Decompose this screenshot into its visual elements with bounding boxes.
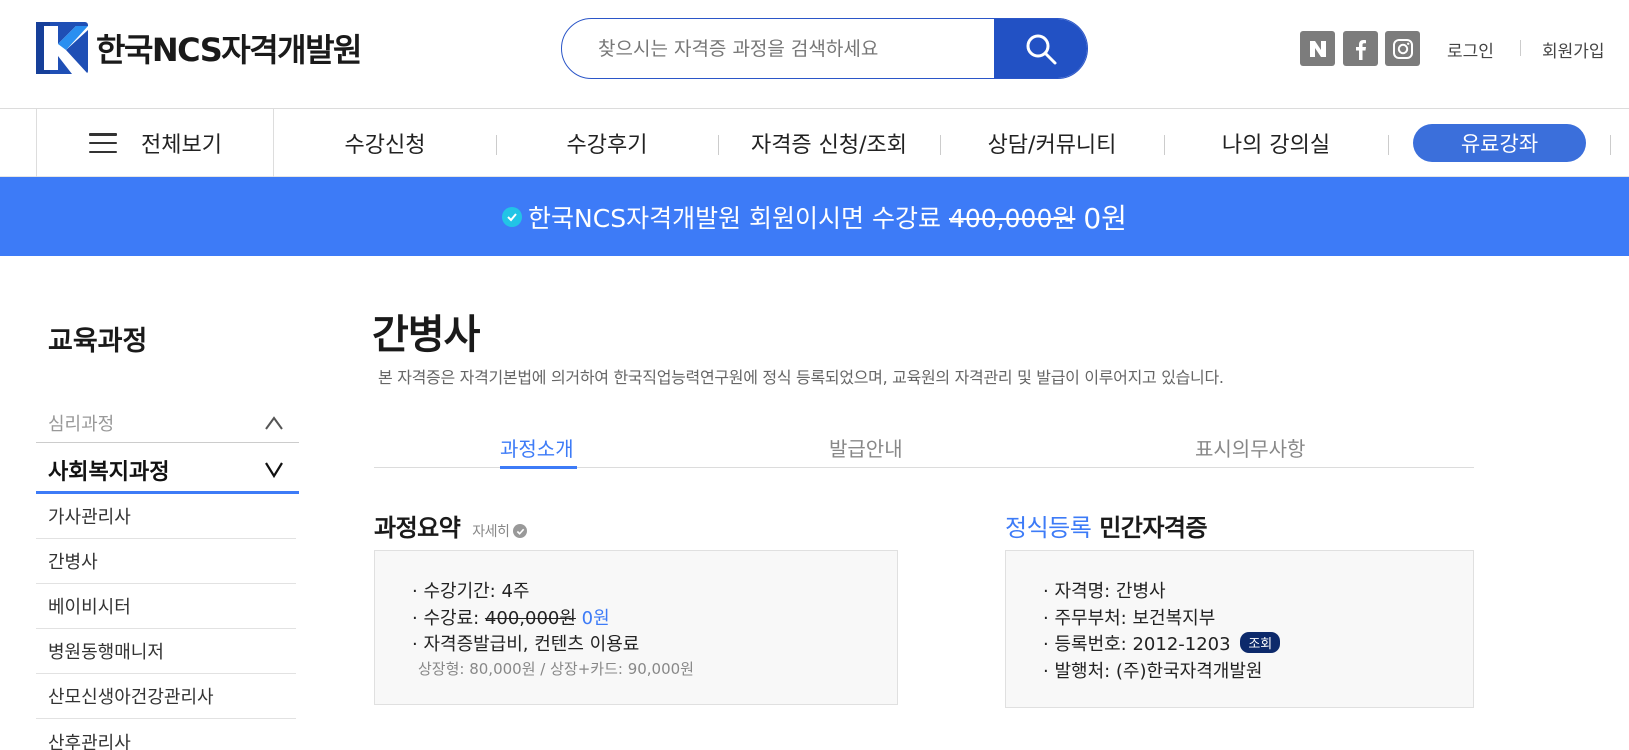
sidebar-item-housekeeper[interactable]: 가사관리사 [36,494,296,539]
nav-item-my-classroom[interactable]: 나의 강의실 [1164,109,1388,177]
naver-button[interactable] [1300,31,1335,66]
page-description: 본 자격증은 자격기본법에 의거하여 한국직업능력연구원에 정식 등록되었으며,… [378,368,1224,387]
lookup-badge-button[interactable]: 조회 [1240,632,1281,653]
summary-extra-sub: 상장형: 80,000원 / 상장+카드: 90,000원 [418,660,694,678]
header: 한국NCS자격개발원 로그인 회원가입 [0,0,1629,109]
sidebar-group-label: 사회복지과정 [48,460,170,485]
nav-item-enroll[interactable]: 수강신청 [274,109,496,177]
nav-all-label: 전체보기 [141,133,222,158]
registration-title-blue: 정식등록 [1005,514,1092,542]
main-nav: 전체보기 수강신청 수강후기 자격증 신청/조회 상담/커뮤니티 나의 강의실 … [0,109,1629,177]
logo-k-icon [36,22,88,74]
banner-price: 0원 [1083,201,1127,235]
check-circle-icon [502,206,523,227]
sidebar-item-hospital-companion[interactable]: 병원동행매니저 [36,629,296,674]
summary-extra: · 자격증발급비, 컨텐츠 이용료 [412,634,640,655]
chevron-down-icon [265,462,283,478]
summary-title: 과정요약 [374,514,461,542]
chevron-up-icon [265,415,283,430]
tab-disclosure[interactable]: 표시의무사항 [1195,433,1305,462]
sidebar-title: 교육과정 [48,326,148,357]
search-bar [561,18,1088,79]
search-icon [1026,34,1056,64]
hamburger-icon [89,133,117,153]
registration-number: · 등록번호: 2012-1203 조회 [1043,630,1281,656]
login-link[interactable]: 로그인 [1447,37,1494,62]
summary-fee-price: 0원 [581,608,610,629]
sidebar-group-label: 심리과정 [48,413,115,435]
registration-issuer: · 발행처: (주)한국자격개발원 [1043,661,1263,682]
registration-number-label: · 등록번호: 2012-1203 [1043,634,1231,655]
detail-link[interactable]: 자세히 [472,521,528,541]
tab-course-intro[interactable]: 과정소개 [500,433,574,462]
summary-fee: · 수강료: 400,000원 0원 [412,604,610,630]
sidebar-item-postpartum[interactable]: 산후관리사 [36,719,296,750]
logo-text: 한국NCS자격개발원 [96,31,363,69]
active-tab-indicator [500,466,577,469]
registration-name: · 자격명: 간병사 [1043,581,1166,602]
instagram-button[interactable] [1385,31,1420,66]
site-logo[interactable]: 한국NCS자격개발원 [36,22,363,74]
facebook-icon [1355,39,1366,60]
registration-section-title: 정식등록 민간자격증 [1005,508,1208,543]
registration-ministry: · 주무부처: 보건복지부 [1043,608,1216,629]
content-tabs: 과정소개 발급안내 표시의무사항 [374,426,1474,468]
summary-section-title: 과정요약 자세히 [374,508,528,543]
promo-banner: 한국NCS자격개발원 회원이시면 수강료 400,000원 0원 [0,177,1629,256]
nav-all-menu-button[interactable]: 전체보기 [36,109,274,177]
util-divider [1520,40,1521,56]
instagram-icon [1392,38,1413,59]
summary-box: · 수강기간: 4주 · 수강료: 400,000원 0원 · 자격증발급비, … [374,550,898,705]
summary-fee-label: · 수강료: [412,608,480,629]
naver-icon [1309,40,1326,57]
nav-divider [1610,135,1611,155]
nav-paid-course-button[interactable]: 유료강좌 [1413,124,1586,162]
facebook-button[interactable] [1343,31,1378,66]
registration-title-rest: 민간자격증 [1099,514,1208,542]
nav-item-certificate[interactable]: 자격증 신청/조회 [718,109,940,177]
check-circle-icon [513,524,528,538]
signup-link[interactable]: 회원가입 [1542,37,1605,62]
search-input[interactable] [562,19,994,78]
sidebar-item-maternal-newborn[interactable]: 산모신생아건강관리사 [36,674,296,719]
tab-issuance-guide[interactable]: 발급안내 [829,433,903,462]
nav-item-community[interactable]: 상담/커뮤니티 [940,109,1164,177]
sidebar-group-social-welfare[interactable]: 사회복지과정 [36,449,299,494]
registration-box: · 자격명: 간병사 · 주무부처: 보건복지부 · 등록번호: 2012-12… [1005,550,1474,708]
summary-period: · 수강기간: 4주 [412,581,530,602]
banner-text: 한국NCS자격개발원 회원이시면 수강료 [528,203,941,233]
sidebar-item-caregiver[interactable]: 간병사 [36,539,296,584]
nav-divider [1388,135,1389,155]
banner-original-price: 400,000원 [948,203,1076,233]
search-button[interactable] [994,19,1087,78]
detail-label: 자세히 [472,524,510,540]
nav-item-reviews[interactable]: 수강후기 [496,109,718,177]
summary-fee-original: 400,000원 [484,608,576,629]
page-title: 간병사 [372,312,480,358]
sidebar-item-babysitter[interactable]: 베이비시터 [36,584,296,629]
sidebar-group-psychology[interactable]: 심리과정 [36,403,299,443]
